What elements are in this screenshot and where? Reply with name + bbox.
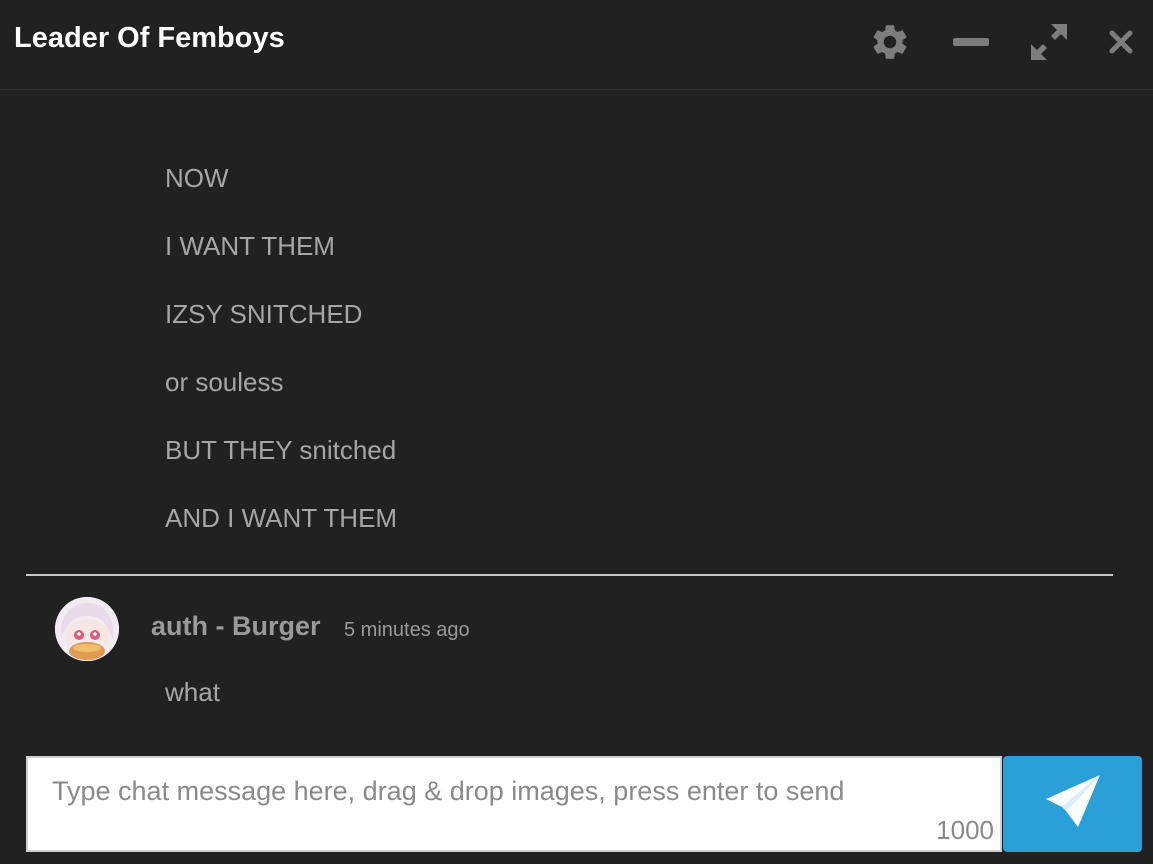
message-list[interactable]: NOW I WANT THEM IZSY SNITCHED or souless…	[0, 91, 1153, 751]
message-composer: 1000	[26, 756, 1002, 852]
message-timestamp: 5 minutes ago	[344, 619, 470, 641]
expand-button[interactable]	[1027, 20, 1071, 64]
minimize-icon	[951, 22, 991, 62]
chat-window: Leader Of Femboys NOW I WANT THEM IZSY S…	[0, 0, 1153, 864]
title-bar: Leader Of Femboys	[0, 0, 1153, 90]
send-button[interactable]	[1003, 756, 1142, 852]
message-line: AND I WANT THEM	[165, 503, 398, 533]
expand-icon	[1029, 22, 1069, 62]
character-counter: 1000	[936, 815, 994, 845]
message-line: NOW	[165, 163, 229, 193]
minimize-button[interactable]	[949, 20, 993, 64]
avatar[interactable]	[55, 597, 119, 661]
paper-plane-icon	[1042, 771, 1104, 838]
gear-icon	[869, 21, 911, 63]
close-button[interactable]	[1099, 20, 1143, 64]
message-line: or souless	[165, 367, 284, 397]
message-line: IZSY SNITCHED	[165, 299, 363, 329]
new-messages-divider	[26, 574, 1113, 576]
window-title: Leader Of Femboys	[14, 22, 285, 54]
message-line: BUT THEY snitched	[165, 435, 397, 465]
message-author[interactable]: auth - Burger	[151, 611, 321, 642]
settings-button[interactable]	[868, 20, 912, 64]
message-line: I WANT THEM	[165, 231, 335, 261]
message-text: what	[165, 677, 220, 707]
close-icon	[1109, 30, 1133, 54]
chat-message-input[interactable]	[28, 758, 1000, 850]
